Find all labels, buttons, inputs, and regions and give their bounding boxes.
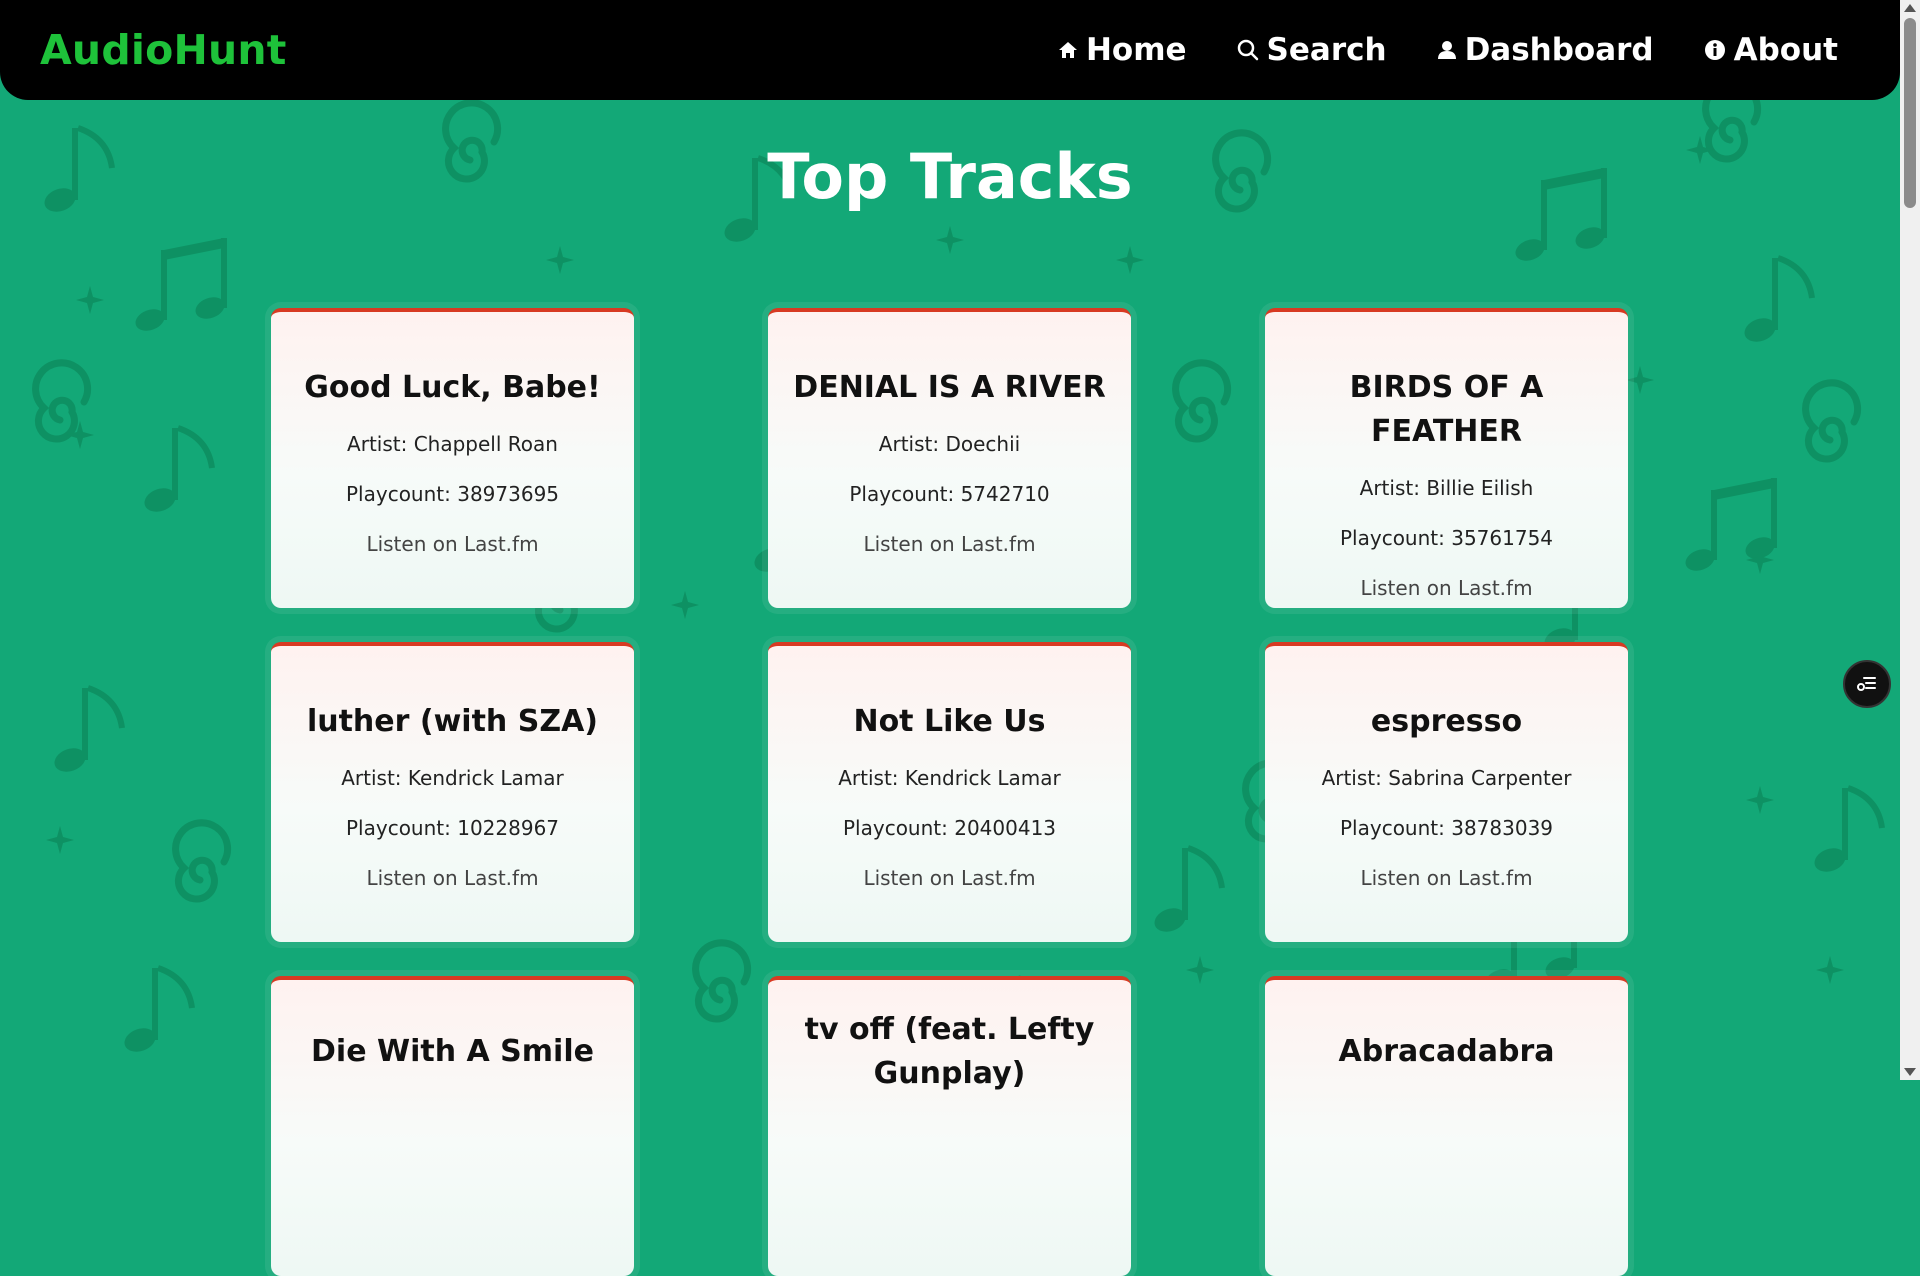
scroll-down-arrow[interactable] bbox=[1904, 1068, 1916, 1076]
nav-about[interactable]: About bbox=[1704, 32, 1838, 68]
list-toggle-icon bbox=[1857, 677, 1876, 691]
track-title: luther (with SZA) bbox=[306, 704, 599, 739]
lastfm-link[interactable]: Listen on Last.fm bbox=[1360, 866, 1532, 890]
track-card: BIRDS OF A FEATHER Artist: Billie Eilish… bbox=[1265, 308, 1628, 608]
scroll-thumb[interactable] bbox=[1904, 18, 1916, 208]
nav-links: Home Search Dashboard About bbox=[1058, 32, 1838, 68]
track-playcount: Playcount: 38973695 bbox=[345, 482, 560, 506]
nav-search-label: Search bbox=[1266, 32, 1387, 68]
track-title: Not Like Us bbox=[853, 704, 1046, 739]
navbar: AudioHunt Home Search Dashboard About bbox=[0, 0, 1900, 100]
home-icon bbox=[1058, 42, 1077, 58]
lastfm-link[interactable]: Listen on Last.fm bbox=[863, 532, 1035, 556]
lastfm-link[interactable]: Listen on Last.fm bbox=[1360, 576, 1532, 600]
track-card: DENIAL IS A RIVER Artist: Doechii Playco… bbox=[768, 308, 1131, 608]
track-artist: Artist: Sabrina Carpenter bbox=[1321, 766, 1572, 790]
track-title: espresso bbox=[1370, 704, 1523, 739]
lastfm-link[interactable]: Listen on Last.fm bbox=[366, 532, 538, 556]
nav-home-label: Home bbox=[1085, 32, 1187, 68]
track-card: Abracadabra bbox=[1265, 976, 1628, 1276]
floating-menu-button[interactable] bbox=[1843, 660, 1891, 708]
info-icon bbox=[1704, 40, 1725, 60]
page-title: Top Tracks bbox=[767, 140, 1133, 213]
nav-home[interactable]: Home bbox=[1058, 32, 1187, 68]
nav-search[interactable]: Search bbox=[1237, 32, 1387, 68]
track-card: Good Luck, Babe! Artist: Chappell Roan P… bbox=[271, 308, 634, 608]
search-icon bbox=[1237, 39, 1258, 61]
scroll-up-arrow[interactable] bbox=[1904, 4, 1916, 12]
track-artist: Artist: Kendrick Lamar bbox=[341, 766, 564, 790]
nav-about-label: About bbox=[1733, 32, 1838, 68]
track-card: luther (with SZA) Artist: Kendrick Lamar… bbox=[271, 642, 634, 942]
track-title: Abracadabra bbox=[1338, 1034, 1555, 1069]
track-title: Die With A Smile bbox=[311, 1034, 594, 1069]
brand-logo[interactable]: AudioHunt bbox=[40, 26, 287, 74]
track-card: tv off (feat. Lefty Gunplay) bbox=[768, 976, 1131, 1276]
track-artist: Artist: Doechii bbox=[878, 432, 1021, 456]
track-title: BIRDS OF A FEATHER bbox=[1349, 370, 1544, 449]
track-card: Not Like Us Artist: Kendrick Lamar Playc… bbox=[768, 642, 1131, 942]
track-card: espresso Artist: Sabrina Carpenter Playc… bbox=[1265, 642, 1628, 942]
nav-dashboard-label: Dashboard bbox=[1464, 32, 1654, 68]
lastfm-link[interactable]: Listen on Last.fm bbox=[366, 866, 538, 890]
nav-dashboard[interactable]: Dashboard bbox=[1437, 32, 1654, 68]
track-artist: Artist: Billie Eilish bbox=[1359, 476, 1534, 500]
track-playcount: Playcount: 10228967 bbox=[345, 816, 560, 840]
track-title: Good Luck, Babe! bbox=[304, 370, 601, 405]
track-card: Die With A Smile bbox=[271, 976, 634, 1276]
track-playcount: Playcount: 35761754 bbox=[1339, 526, 1554, 550]
track-playcount: Playcount: 5742710 bbox=[849, 482, 1050, 506]
track-playcount: Playcount: 20400413 bbox=[842, 816, 1057, 840]
track-title: DENIAL IS A RIVER bbox=[793, 370, 1106, 405]
track-artist: Artist: Kendrick Lamar bbox=[838, 766, 1061, 790]
track-title: tv off (feat. Lefty Gunplay) bbox=[804, 1012, 1095, 1091]
track-playcount: Playcount: 38783039 bbox=[1339, 816, 1554, 840]
vertical-scrollbar[interactable] bbox=[1900, 0, 1920, 1080]
lastfm-link[interactable]: Listen on Last.fm bbox=[863, 866, 1035, 890]
user-icon bbox=[1437, 41, 1456, 59]
track-artist: Artist: Chappell Roan bbox=[347, 432, 558, 456]
